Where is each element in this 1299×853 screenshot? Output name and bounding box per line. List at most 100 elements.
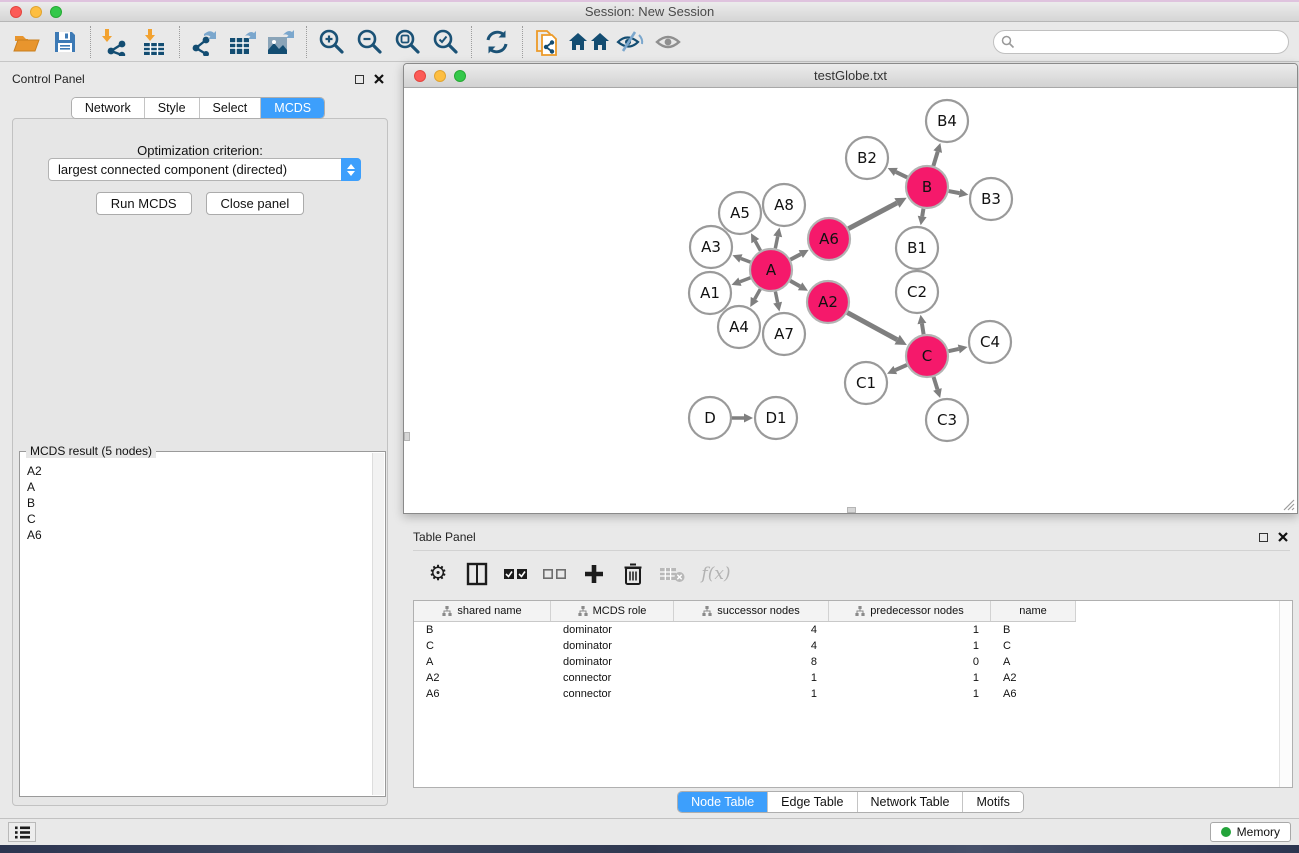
table-row[interactable]: A6connector11A6 [414,686,1292,702]
delete-table-button[interactable] [657,559,687,589]
tab-motifs[interactable]: Motifs [963,792,1022,812]
mcds-result-scrollbar[interactable] [372,453,384,795]
edge-C-C1[interactable] [895,365,907,370]
tab-style[interactable]: Style [145,98,200,118]
criterion-select[interactable]: largest connected component (directed) [48,158,361,181]
node-B2[interactable]: B2 [846,137,888,179]
edge-A-A1[interactable] [740,278,750,282]
table-cell[interactable]: dominator [551,654,674,670]
search-input[interactable] [993,30,1289,54]
network-graph[interactable]: AA1A2A3A4A5A6A7A8BB1B2B3B4CC1C2C3C4DD1 [404,89,1297,513]
home-navigator-button[interactable] [567,25,611,59]
tab-network-table[interactable]: Network Table [858,792,964,812]
node-A3[interactable]: A3 [690,226,732,268]
table-cell[interactable]: C [414,638,551,654]
memory-button[interactable]: Memory [1210,822,1291,842]
edge-A-A4[interactable] [755,289,761,299]
column-header-MCDS-role[interactable]: MCDS role [551,601,674,621]
node-D[interactable]: D [689,397,731,439]
import-network-button[interactable] [97,25,135,59]
node-B4[interactable]: B4 [926,100,968,142]
export-network-button[interactable] [186,25,224,59]
node-table[interactable]: shared nameMCDS rolesuccessor nodesprede… [413,600,1293,788]
edge-A-A6[interactable] [790,254,800,260]
zoom-selected-button[interactable] [427,25,465,59]
zoom-in-button[interactable] [313,25,351,59]
show-all-button[interactable] [649,25,687,59]
edge-A2-C[interactable] [847,313,897,340]
zoom-out-button[interactable] [351,25,389,59]
edge-B-B3[interactable] [949,191,960,193]
float-panel-icon[interactable] [355,75,364,84]
tab-network[interactable]: Network [72,98,145,118]
tab-mcds[interactable]: MCDS [261,98,324,118]
table-cell[interactable]: 1 [829,670,991,686]
tab-node-table[interactable]: Node Table [678,792,768,812]
refresh-button[interactable] [478,25,516,59]
edge-A-A3[interactable] [741,258,751,262]
node-C[interactable]: C [906,335,948,377]
close-table-panel-icon[interactable] [1278,532,1288,542]
edge-C-C3[interactable] [934,377,938,389]
table-cell[interactable]: A2 [991,670,1076,686]
table-cell[interactable]: A6 [414,686,551,702]
table-cell[interactable]: 1 [829,638,991,654]
node-A8[interactable]: A8 [763,184,805,226]
edge-B-B4[interactable] [933,152,937,166]
column-header-successor-nodes[interactable]: successor nodes [674,601,829,621]
table-cell[interactable]: 1 [829,686,991,702]
list-item[interactable]: C [27,511,372,527]
edge-B-B1[interactable] [922,209,923,217]
resize-grip-icon[interactable] [1282,498,1295,511]
table-cell[interactable]: A [414,654,551,670]
edge-A-A8[interactable] [775,236,777,248]
node-C3[interactable]: C3 [926,399,968,441]
list-item[interactable]: B [27,495,372,511]
table-cell[interactable]: C [991,638,1076,654]
node-B3[interactable]: B3 [970,178,1012,220]
node-B[interactable]: B [906,166,948,208]
save-session-button[interactable] [46,25,84,59]
table-cell[interactable]: dominator [551,638,674,654]
table-cell[interactable]: 1 [674,686,829,702]
node-A4[interactable]: A4 [718,306,760,348]
table-cell[interactable]: A2 [414,670,551,686]
node-D1[interactable]: D1 [755,397,797,439]
table-cell[interactable]: 0 [829,654,991,670]
deselect-all-button[interactable] [540,559,570,589]
node-C4[interactable]: C4 [969,321,1011,363]
zoom-fit-button[interactable] [389,25,427,59]
add-row-button[interactable] [579,559,609,589]
open-session-button[interactable] [8,25,46,59]
node-A2[interactable]: A2 [807,281,849,323]
node-A6[interactable]: A6 [808,218,850,260]
export-table-button[interactable] [224,25,262,59]
close-panel-button[interactable]: Close panel [206,192,305,215]
node-B1[interactable]: B1 [896,227,938,269]
import-table-button[interactable] [135,25,173,59]
copy-document-button[interactable] [529,25,567,59]
node-A[interactable]: A [750,249,792,291]
list-item[interactable]: A6 [27,527,372,543]
hide-selected-button[interactable] [611,25,649,59]
table-row[interactable]: A2connector11A2 [414,670,1292,686]
table-settings-button[interactable]: ⚙ [423,559,453,589]
table-cell[interactable]: A6 [991,686,1076,702]
table-cell[interactable]: connector [551,670,674,686]
table-cell[interactable]: 4 [674,622,829,638]
network-left-handle[interactable] [404,432,410,441]
node-A7[interactable]: A7 [763,313,805,355]
edge-C-C4[interactable] [948,349,958,351]
task-history-button[interactable] [8,822,36,842]
function-builder-button[interactable]: f(x) [696,559,736,589]
table-cell[interactable]: B [414,622,551,638]
edge-C-C2[interactable] [922,324,924,335]
table-cell[interactable]: connector [551,686,674,702]
table-cell[interactable]: dominator [551,622,674,638]
table-cell[interactable]: 4 [674,638,829,654]
node-A1[interactable]: A1 [689,272,731,314]
edge-A-A7[interactable] [775,292,777,303]
delete-row-button[interactable] [618,559,648,589]
mcds-result-list[interactable]: A2ABCA6 [21,453,372,795]
edge-A-A5[interactable] [755,241,760,251]
